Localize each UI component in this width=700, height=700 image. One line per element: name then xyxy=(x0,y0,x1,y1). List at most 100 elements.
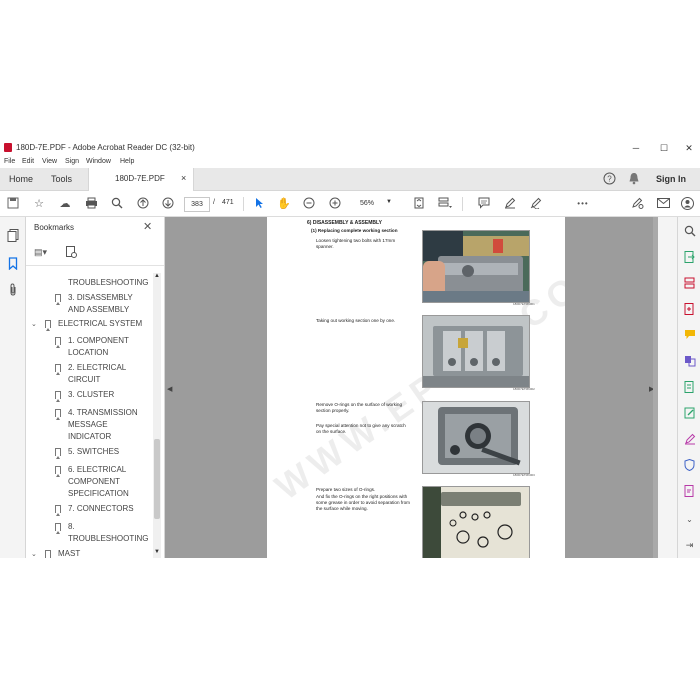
cloud-upload-icon[interactable]: ☁ xyxy=(58,196,72,210)
collapse-tools-pane-icon[interactable]: ⇥ xyxy=(683,539,696,552)
bookmark-flag-icon xyxy=(55,337,61,348)
photo-code: 180D7ETM6002 xyxy=(513,387,535,391)
combine-files-icon[interactable] xyxy=(683,355,696,368)
send-for-review-icon[interactable] xyxy=(683,485,696,498)
bookmark-electrical-component-specification[interactable]: 6. ELECTRICAL COMPONENT SPECIFICATION xyxy=(68,464,140,500)
bookmark-options-icon[interactable]: ▤▾ xyxy=(34,247,47,258)
sign-pen-icon[interactable] xyxy=(529,196,543,210)
photo-code: 180D7ETM6003 xyxy=(513,473,535,477)
organize-pages-icon[interactable] xyxy=(683,277,696,290)
compress-pdf-icon[interactable] xyxy=(683,381,696,394)
bookmark-flag-icon xyxy=(55,505,61,516)
document-viewer[interactable]: ◀ WWW.EPCDF.COM 6) DISASSEMBLY & ASSEMBL… xyxy=(165,217,658,558)
hand-tool-icon[interactable]: ✋ xyxy=(277,196,291,210)
step-1-photo xyxy=(422,230,530,303)
main-toolbar: ☆ ☁ 383 / 471 ✋ 56% ▼ ••• xyxy=(0,191,700,217)
menu-view[interactable]: View xyxy=(42,158,57,165)
step-2-photo xyxy=(422,315,530,388)
minimize-button[interactable]: ─ xyxy=(626,141,646,155)
navigation-pane-rail xyxy=(0,217,26,558)
document-tab-label: 180D-7E.PDF xyxy=(115,174,165,183)
close-button[interactable]: ✕ xyxy=(679,141,699,155)
bookmark-electrical-circuit[interactable]: 2. ELECTRICAL CIRCUIT xyxy=(68,362,140,386)
sign-in-link[interactable]: Sign In xyxy=(656,168,686,190)
bookmark-switches[interactable]: 5. SWITCHES xyxy=(68,446,146,458)
bookmark-star-icon[interactable]: ☆ xyxy=(32,196,46,210)
select-cursor-icon[interactable] xyxy=(252,196,266,210)
menu-file[interactable]: File xyxy=(4,158,15,165)
menu-help[interactable]: Help xyxy=(120,158,134,165)
scrollbar-thumb[interactable] xyxy=(154,439,160,519)
zoom-in-icon[interactable] xyxy=(328,196,342,210)
previous-page-icon[interactable] xyxy=(136,196,150,210)
bookmark-cluster[interactable]: 3. CLUSTER xyxy=(68,389,146,401)
zoom-search-icon[interactable] xyxy=(110,196,124,210)
export-pdf-icon[interactable] xyxy=(683,251,696,264)
menu-window[interactable]: Window xyxy=(86,158,111,165)
menu-edit[interactable]: Edit xyxy=(22,158,34,165)
collapse-chevron-icon[interactable]: ⌄ xyxy=(31,550,37,558)
share-link-icon[interactable] xyxy=(630,196,644,210)
fit-page-icon[interactable] xyxy=(412,196,426,210)
page-subheading: (1) Replacing complete working section xyxy=(311,228,398,233)
bookmark-mast[interactable]: MAST xyxy=(58,548,138,558)
bookmark-electrical-troubleshooting[interactable]: 8. TROUBLESHOOTING xyxy=(68,521,152,545)
email-icon[interactable] xyxy=(656,196,670,210)
add-bookmark-icon[interactable] xyxy=(66,246,77,261)
highlight-pen-icon[interactable] xyxy=(503,196,517,210)
step-3-text: Remove O-rings on the surface of working… xyxy=(316,402,403,413)
create-pdf-icon[interactable] xyxy=(683,303,696,316)
zoom-out-icon[interactable] xyxy=(302,196,316,210)
collapse-left-panel-icon[interactable]: ◀ xyxy=(167,385,172,393)
scroll-down-icon[interactable]: ▼ xyxy=(153,549,161,555)
zoom-level-select[interactable]: 56% xyxy=(353,197,381,210)
bookmark-connectors[interactable]: 7. CONNECTORS xyxy=(68,503,148,515)
bookmark-flag-icon xyxy=(55,466,61,477)
notifications-bell-icon[interactable] xyxy=(628,172,640,188)
page-thumbnails-icon[interactable] xyxy=(6,229,19,242)
search-icon[interactable] xyxy=(683,225,696,238)
collapse-chevron-icon[interactable]: ⌄ xyxy=(31,320,37,328)
scroll-up-icon[interactable]: ▲ xyxy=(153,273,161,279)
svg-text:?: ? xyxy=(607,175,612,184)
tab-document[interactable]: 180D-7E.PDF × xyxy=(88,168,194,191)
document-scrollbar[interactable] xyxy=(653,217,658,558)
bookmark-troubleshooting[interactable]: TROUBLESHOOTING xyxy=(68,277,148,289)
next-page-icon[interactable] xyxy=(161,196,175,210)
tab-home[interactable]: Home xyxy=(9,168,33,190)
print-icon[interactable] xyxy=(84,196,98,210)
protect-shield-icon[interactable] xyxy=(683,458,696,472)
comment-icon[interactable] xyxy=(477,196,491,210)
close-panel-icon[interactable]: ✕ xyxy=(143,220,152,233)
bookmark-disassembly-and-assembly[interactable]: 3. DISASSEMBLY AND ASSEMBLY xyxy=(68,292,146,316)
step-1-text: Loosen tightening two bolts with 17mm sp… xyxy=(316,238,396,249)
account-icon[interactable] xyxy=(680,196,694,210)
window-title: 180D-7E.PDF - Adobe Acrobat Reader DC (3… xyxy=(16,143,195,152)
bookmark-flag-icon xyxy=(55,391,61,402)
help-icon[interactable]: ? xyxy=(603,172,616,188)
tab-tools[interactable]: Tools xyxy=(51,168,72,190)
close-tab-icon[interactable]: × xyxy=(181,173,186,183)
page-separator: / xyxy=(213,199,215,206)
more-tools-icon[interactable]: ••• xyxy=(576,196,590,210)
acrobat-window: 180D-7E.PDF - Adobe Acrobat Reader DC (3… xyxy=(0,140,700,558)
page-heading: 6) DISASSEMBLY & ASSEMBLY xyxy=(307,220,382,226)
bookmark-transmission-message-indicator[interactable]: 4. TRANSMISSION MESSAGE INDICATOR xyxy=(68,407,148,443)
maximize-button[interactable]: ☐ xyxy=(654,141,674,155)
fill-sign-icon[interactable] xyxy=(683,433,696,446)
acrobat-app-icon xyxy=(4,143,12,152)
attachments-paperclip-icon[interactable] xyxy=(6,283,19,296)
bookmarks-scrollbar[interactable]: ▲ ▼ xyxy=(153,273,161,558)
bookmark-component-location[interactable]: 1. COMPONENT LOCATION xyxy=(68,335,140,359)
scroll-mode-icon[interactable] xyxy=(438,196,452,210)
menu-sign[interactable]: Sign xyxy=(65,158,79,165)
edit-pdf-icon[interactable] xyxy=(683,407,696,420)
bookmarks-icon[interactable] xyxy=(6,257,19,271)
comment-tool-icon[interactable] xyxy=(683,329,696,342)
save-icon[interactable] xyxy=(6,196,20,210)
title-bar: 180D-7E.PDF - Adobe Acrobat Reader DC (3… xyxy=(0,140,700,156)
zoom-dropdown-chevron-icon[interactable]: ▼ xyxy=(386,199,392,205)
page-number-input[interactable]: 383 xyxy=(184,197,210,212)
expand-tools-chevron-icon[interactable]: ⌄ xyxy=(683,513,696,526)
bookmark-electrical-system[interactable]: ELECTRICAL SYSTEM xyxy=(58,318,153,330)
